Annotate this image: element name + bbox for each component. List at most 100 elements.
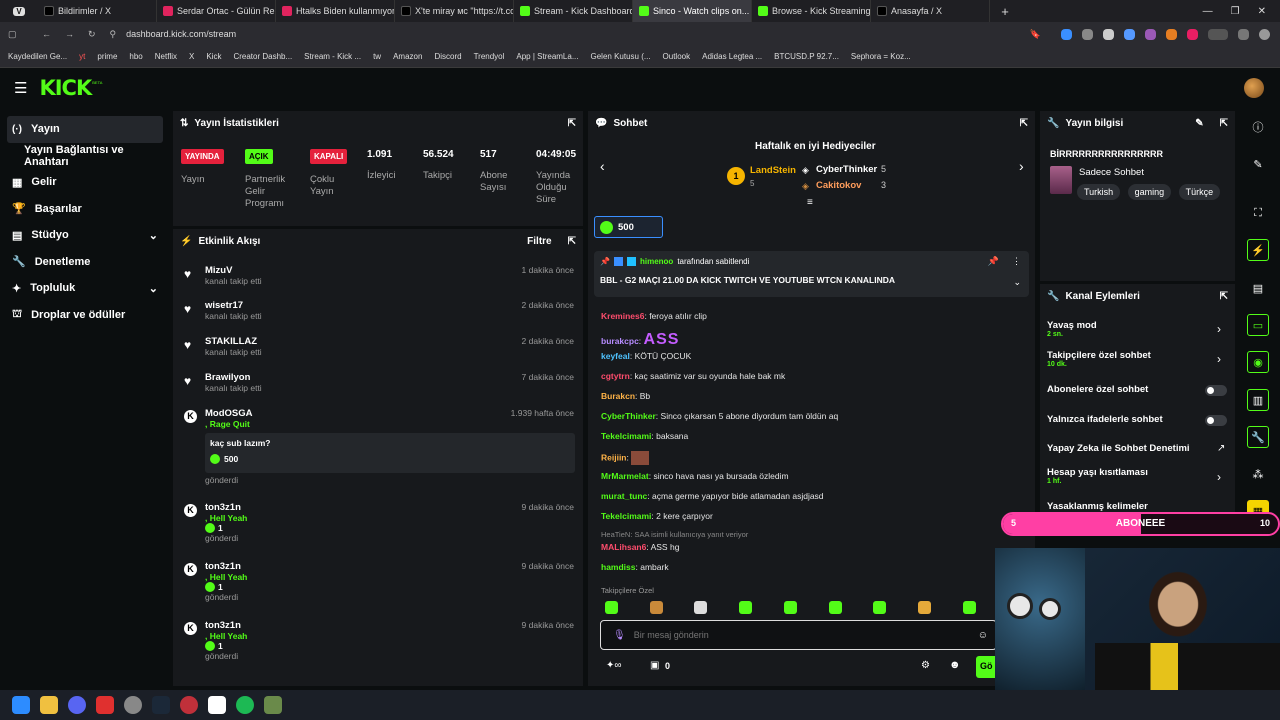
bookmark-item[interactable]: App | StreamLa... [516, 52, 578, 61]
followers-only-setting[interactable]: Takipçilere özel sohbet 10 dk. [1047, 350, 1151, 368]
nav-item-studyo[interactable]: ▤ Stüdyo ⌄ [0, 222, 170, 249]
extension-icon[interactable] [1166, 28, 1177, 40]
subscribers-only-toggle[interactable] [1205, 385, 1227, 396]
tag[interactable]: gaming [1127, 184, 1172, 200]
extension-icon[interactable] [1187, 28, 1198, 40]
layout-icon[interactable]: ▥ [1247, 389, 1269, 411]
chevron-right-icon[interactable]: › [1217, 352, 1221, 366]
kick-logo[interactable]: KICK [39, 76, 92, 100]
app-icon[interactable] [208, 696, 226, 714]
emote-picker-item[interactable] [650, 601, 663, 614]
pin-icon[interactable]: 📌 [988, 256, 999, 267]
popout-icon[interactable]: ⇱ [568, 236, 576, 247]
fullscreen-icon[interactable]: ⛶ [1247, 202, 1269, 224]
bookmark-item[interactable]: Amazon [393, 52, 422, 61]
chevron-right-icon[interactable]: › [1217, 322, 1221, 336]
browser-menu-icon[interactable]: V [0, 6, 38, 16]
chat-message-input[interactable] [633, 630, 954, 640]
nav-item-denetleme[interactable]: 🔧 Denetleme [0, 249, 170, 276]
popout-icon[interactable]: ⇱ [1020, 118, 1028, 129]
app-icon[interactable] [264, 696, 282, 714]
drag-handle-icon[interactable]: ≡ [807, 197, 813, 208]
bookmark-item[interactable]: Kaydedilen Ge... [8, 52, 67, 61]
leader-name[interactable]: CyberThinker [816, 164, 877, 175]
user-avatar[interactable] [1244, 78, 1264, 98]
emote-picker-item[interactable] [739, 601, 752, 614]
bookmark-icon[interactable]: 🔖 [1030, 29, 1041, 40]
bookmark-item[interactable]: X [189, 52, 194, 61]
external-link-icon[interactable]: ↗ [1217, 443, 1225, 454]
nav-item-yayin[interactable]: (·) Yayın [7, 116, 163, 143]
wrench-icon[interactable]: 🔧 [1247, 426, 1269, 448]
nav-item-gelir[interactable]: ▦ Gelir [0, 169, 170, 196]
points-icon[interactable]: ✦∞ [606, 660, 622, 671]
category-name[interactable]: Sadece Sohbet [1079, 167, 1144, 178]
browser-tab[interactable]: Htalks Biden kullanmıyorsa... [276, 0, 395, 22]
sidebar-toggle-icon[interactable]: ▢ [8, 29, 20, 40]
browser-tab[interactable]: Bildirimler / X [38, 0, 157, 22]
leader-name[interactable]: Cakitokov [816, 180, 861, 191]
emote-picker-item[interactable] [873, 601, 886, 614]
info-icon[interactable]: ⓘ [1247, 116, 1269, 138]
bookmark-item[interactable]: Creator Dashb... [233, 52, 292, 61]
emote-menu-icon[interactable]: ☻ [949, 659, 961, 671]
emote-picker-item[interactable] [918, 601, 931, 614]
bookmark-item[interactable]: hbo [129, 52, 142, 61]
lightning-icon[interactable]: ⚡ [1247, 239, 1269, 261]
account-age-setting[interactable]: Hesap yaşı kısıtlaması 1 hf. [1047, 467, 1148, 485]
broadcast-icon[interactable]: ◉ [1247, 351, 1269, 373]
nav-item-droplar[interactable]: ⛫ Droplar ve ödüller [0, 302, 170, 329]
bookmark-item[interactable]: Netflix [155, 52, 177, 61]
reload-icon[interactable]: ↻ [88, 29, 96, 40]
nav-item-topluluk[interactable]: ✦ Topluluk ⌄ [0, 275, 170, 302]
kicks-counter[interactable]: 500 [594, 216, 663, 238]
emotes-only-toggle[interactable] [1205, 415, 1227, 426]
bookmark-item[interactable]: Trendyol [474, 52, 505, 61]
file-explorer-icon[interactable] [40, 696, 58, 714]
extension-icon[interactable] [1145, 28, 1156, 40]
browser-tab[interactable]: Stream - Kick Dashboard [514, 0, 633, 22]
emote-icon[interactable]: ☺ [978, 630, 988, 641]
nav-item-basarilar[interactable]: 🏆 Başarılar [0, 196, 170, 223]
bookmark-item[interactable]: Outlook [663, 52, 691, 61]
chevron-left-icon[interactable]: ‹ [600, 158, 605, 174]
new-tab-icon[interactable]: + [990, 4, 1020, 19]
people-icon[interactable]: ⁂ [1247, 463, 1269, 485]
bookmark-item[interactable]: BTCUSD.P 92.7... [774, 52, 839, 61]
chevron-down-icon[interactable]: ⌄ [1013, 277, 1021, 288]
nav-item-stream-key[interactable]: Yayın Bağlantısı ve Anahtarı [0, 143, 170, 170]
bookmark-item[interactable]: Discord [434, 52, 461, 61]
leader-name[interactable]: LandStein [750, 165, 796, 176]
bookmark-item[interactable]: Kick [206, 52, 221, 61]
spotify-icon[interactable] [236, 696, 254, 714]
emote-picker-item[interactable] [963, 601, 976, 614]
document-icon[interactable]: ▤ [1247, 277, 1269, 299]
emote-picker-item[interactable] [605, 601, 618, 614]
site-info-icon[interactable]: ⚲ [110, 29, 117, 40]
profile-icon[interactable] [1259, 28, 1270, 40]
browser-tab-active[interactable]: Sinco - Watch clips on...✕ [633, 0, 752, 22]
chat-bubble-icon[interactable]: ▭ [1247, 314, 1269, 336]
popout-icon[interactable]: ⇱ [1220, 118, 1228, 129]
tag[interactable]: Turkish [1077, 184, 1121, 200]
close-window-icon[interactable]: ✕ [1258, 6, 1266, 17]
chevron-right-icon[interactable]: › [1217, 470, 1221, 484]
chevron-right-icon[interactable]: › [1019, 158, 1024, 174]
emote-picker-item[interactable] [829, 601, 842, 614]
extension-icon[interactable] [1061, 28, 1072, 40]
bookmark-item[interactable]: prime [97, 52, 117, 61]
forward-icon[interactable]: → [65, 29, 74, 39]
vivaldi-icon[interactable] [96, 696, 114, 714]
steam-icon[interactable] [152, 696, 170, 714]
back-icon[interactable]: ← [42, 29, 51, 39]
browser-tab[interactable]: Anasayfa / X [871, 0, 990, 22]
ai-moderation-setting[interactable]: Yapay Zeka ile Sohbet Denetimi [1047, 443, 1190, 454]
settings-gear-icon[interactable]: ⚙ [921, 660, 930, 671]
emote-picker-item[interactable] [784, 601, 797, 614]
slow-mode-setting[interactable]: Yavaş mod 2 sn. [1047, 320, 1097, 338]
browser-tab[interactable]: Serdar Ortac - Gülün Rengi [157, 0, 276, 22]
emote-picker-item[interactable] [694, 601, 707, 614]
discord-icon[interactable] [68, 696, 86, 714]
hamburger-menu-icon[interactable]: ☰ [14, 79, 27, 97]
browser-tab[interactable]: X'te miray ᴍᴄ "https://t.co/... [395, 0, 514, 22]
